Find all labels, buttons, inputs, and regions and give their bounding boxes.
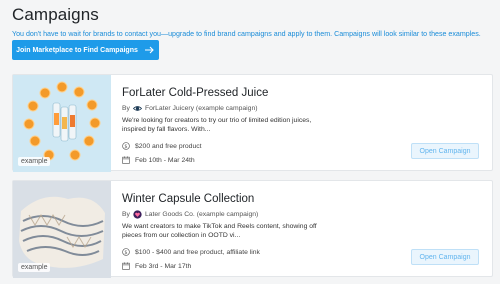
compensation-text: $100 - $400 and free product, affiliate … [135,248,260,256]
by-label: By [122,105,130,112]
brand-name: Later Goods Co. (example campaign) [144,211,259,218]
open-campaign-button[interactable]: Open Campaign [411,143,479,159]
campaign-title: ForLater Cold-Pressed Juice [122,87,269,99]
example-tag: example [18,263,51,272]
campaign-card: example ForLater Cold-Pressed Juice By F… [12,74,493,172]
by-label: By [122,211,130,218]
calendar-icon [122,156,130,164]
eye-logo-icon [132,106,142,111]
open-campaign-button[interactable]: Open Campaign [411,249,479,265]
brand-name: ForLater Juicery (example campaign) [144,105,258,112]
juice-campaign-image: example [13,75,111,172]
campaign-brand-line: By ForLater Juicery (example campaign) [122,104,258,113]
compensation-text: $200 and free product [135,142,202,150]
arrow-right-icon [144,46,154,54]
compensation-row: $ $200 and free product [122,142,202,150]
compensation-row: $ $100 - $400 and free product, affiliat… [122,248,260,256]
sweater-campaign-image: example [13,181,111,278]
svg-text:$: $ [124,250,127,256]
heart-logo-icon [133,210,142,219]
campaign-brand-line: By Later Goods Co. (example campaign) [122,210,258,219]
date-range: Feb 10th - Mar 24th [135,156,195,164]
campaign-description: We're looking for creators to try our tr… [122,117,312,133]
intro-text: You don't have to wait for brands to con… [12,30,481,38]
date-range: Feb 3rd - Mar 17th [135,262,192,270]
svg-text:$: $ [124,144,127,150]
join-marketplace-button[interactable]: Join Marketplace to Find Campaigns [12,40,159,60]
calendar-icon [122,262,130,270]
page-title: Campaigns [12,5,99,24]
dollar-circle-icon: $ [122,142,130,150]
date-row: Feb 10th - Mar 24th [122,156,195,164]
join-marketplace-label: Join Marketplace to Find Campaigns [16,46,138,54]
date-row: Feb 3rd - Mar 17th [122,262,191,270]
campaign-description: We want creators to make TikTok and Reel… [122,223,317,239]
campaign-title: Winter Capsule Collection [122,193,255,205]
example-tag: example [18,157,51,166]
dollar-circle-icon: $ [122,248,130,256]
campaign-card: example Winter Capsule Collection By Lat… [12,180,493,278]
